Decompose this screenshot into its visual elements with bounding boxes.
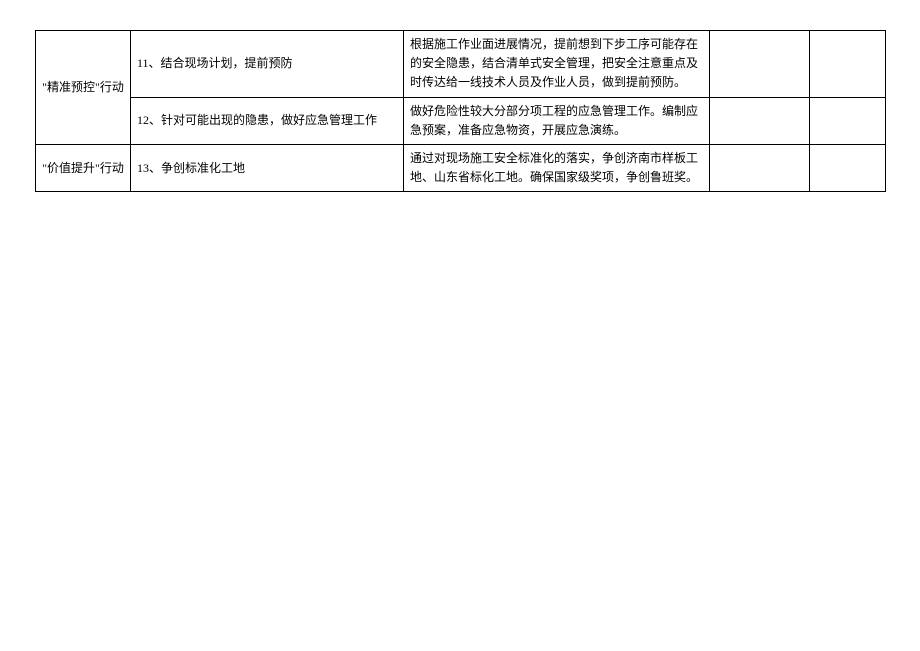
table-row: 12、针对可能出现的隐患，做好应急管理工作 做好危险性较大分部分项工程的应急管理… bbox=[36, 97, 886, 144]
item-cell: 13、争创标准化工地 bbox=[131, 144, 404, 191]
empty-cell bbox=[810, 31, 886, 98]
empty-cell bbox=[810, 97, 886, 144]
desc-cell: 通过对现场施工安全标准化的落实，争创济南市样板工地、山东省标化工地。确保国家级奖… bbox=[404, 144, 710, 191]
empty-cell bbox=[810, 144, 886, 191]
empty-cell bbox=[710, 97, 810, 144]
category-cell: "价值提升"行动 bbox=[36, 144, 131, 191]
table-row: "价值提升"行动 13、争创标准化工地 通过对现场施工安全标准化的落实，争创济南… bbox=[36, 144, 886, 191]
table-row: "精准预控"行动 11、结合现场计划，提前预防 根据施工作业面进展情况，提前想到… bbox=[36, 31, 886, 98]
desc-cell: 根据施工作业面进展情况，提前想到下步工序可能存在的安全隐患，结合清单式安全管理，… bbox=[404, 31, 710, 98]
item-cell: 12、针对可能出现的隐患，做好应急管理工作 bbox=[131, 97, 404, 144]
empty-cell bbox=[710, 144, 810, 191]
desc-cell: 做好危险性较大分部分项工程的应急管理工作。编制应急预案，准备应急物资，开展应急演… bbox=[404, 97, 710, 144]
action-plan-table: "精准预控"行动 11、结合现场计划，提前预防 根据施工作业面进展情况，提前想到… bbox=[35, 30, 886, 192]
item-cell: 11、结合现场计划，提前预防 bbox=[131, 31, 404, 98]
category-cell: "精准预控"行动 bbox=[36, 31, 131, 145]
empty-cell bbox=[710, 31, 810, 98]
